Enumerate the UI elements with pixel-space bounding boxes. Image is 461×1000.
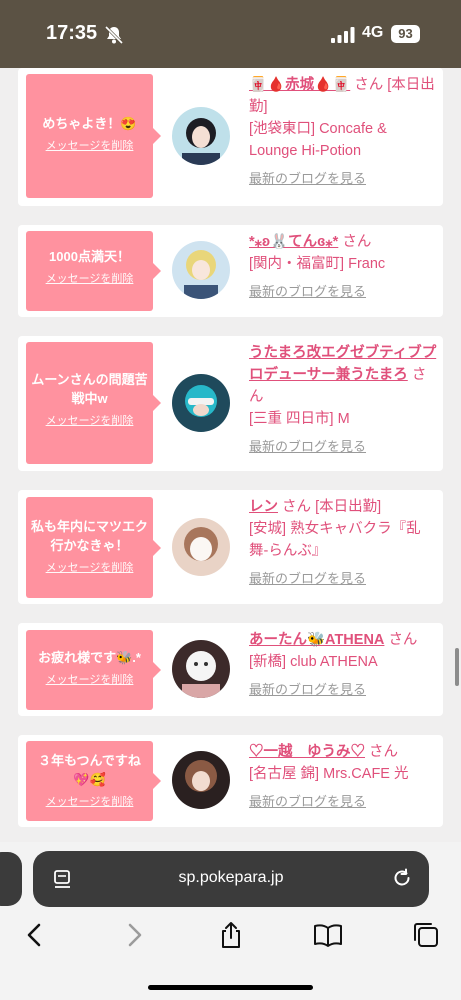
network-type: 4G <box>362 24 384 41</box>
message-text: 私も年内にマツエク行かなきゃ！ <box>30 519 148 553</box>
message-bubble: お疲れ様です🐝.* メッセージを削除 <box>26 630 161 710</box>
browser-bottom-bar: sp.pokepara.jp <box>0 842 461 1000</box>
share-icon[interactable] <box>216 920 246 950</box>
latest-blog-link[interactable]: 最新のブログを見る <box>249 168 439 190</box>
avatar[interactable] <box>172 640 230 698</box>
url-text[interactable]: sp.pokepara.jp <box>33 869 429 887</box>
message-bubble: めちゃよき！😍 メッセージを削除 <box>26 74 161 198</box>
message-bubble: ３年もつんですね💖🥰 メッセージを削除 <box>26 741 161 821</box>
message-text: お疲れ様です🐝.* <box>38 650 141 665</box>
message-text: めちゃよき！😍 <box>42 116 137 131</box>
message-text: ムーンさんの問題苦戦中w <box>31 372 148 406</box>
girl-name-link[interactable]: *⁎ʚ🐰てんɞ⁎* <box>249 234 338 250</box>
delete-message-link[interactable]: メッセージを削除 <box>26 272 153 286</box>
honorific: さん <box>369 744 399 760</box>
girl-info: レン さん [本日出勤] [安城] 熟女キャバクラ『乱舞-らんぶ』 最新のブログ… <box>249 496 439 590</box>
address-bar[interactable]: sp.pokepara.jp <box>33 851 429 907</box>
avatar[interactable] <box>172 374 230 432</box>
girl-name-link[interactable]: ♡一越 ゆうみ♡ <box>249 744 365 760</box>
honorific: さん <box>388 632 418 648</box>
avatar[interactable] <box>172 107 230 165</box>
honorific: さん <box>282 499 312 515</box>
shop-info: [三重 四日市] M <box>249 411 350 427</box>
delete-message-link[interactable]: メッセージを削除 <box>26 561 153 575</box>
message-card: 1000点満天！ メッセージを削除 *⁎ʚ🐰てんɞ⁎* さん [関内・福富町] … <box>18 225 443 317</box>
message-text: ３年もつんですね💖🥰 <box>38 753 141 787</box>
girl-info: *⁎ʚ🐰てんɞ⁎* さん [関内・福富町] Franc 最新のブログを見る <box>249 231 439 303</box>
delete-message-link[interactable]: メッセージを削除 <box>26 414 153 428</box>
girl-info: 🀄🩸赤城🩸🀄 さん [本日出勤] [池袋東口] Concafe & Lounge… <box>249 74 439 190</box>
shop-info: [新橋] club ATHENA <box>249 654 378 670</box>
avatar[interactable] <box>172 751 230 809</box>
delete-message-link[interactable]: メッセージを削除 <box>26 795 153 809</box>
shop-info: [名古屋 錦] Mrs.CAFE 光 <box>249 766 409 782</box>
reload-icon[interactable] <box>391 867 413 889</box>
honorific: さん <box>354 77 384 93</box>
avatar[interactable] <box>172 241 230 299</box>
message-bubble: 私も年内にマツエク行かなきゃ！ メッセージを削除 <box>26 497 161 598</box>
message-bubble: 1000点満天！ メッセージを削除 <box>26 231 161 311</box>
bookmarks-icon[interactable] <box>313 920 343 950</box>
message-card: めちゃよき！😍 メッセージを削除 🀄🩸赤城🩸🀄 さん [本日出勤] [池袋東口]… <box>18 68 443 206</box>
bell-muted-icon <box>104 25 124 45</box>
delete-message-link[interactable]: メッセージを削除 <box>26 673 153 687</box>
message-card: お疲れ様です🐝.* メッセージを削除 あーたん🐝ATHENA さん [新橋] c… <box>18 623 443 716</box>
latest-blog-link[interactable]: 最新のブログを見る <box>249 679 439 701</box>
status-time: 17:35 <box>46 22 98 44</box>
girl-name-link[interactable]: あーたん🐝ATHENA <box>249 632 384 648</box>
message-card: ３年もつんですね💖🥰 メッセージを削除 ♡一越 ゆうみ♡ さん [名古屋 錦] … <box>18 735 443 827</box>
latest-blog-link[interactable]: 最新のブログを見る <box>249 436 439 458</box>
message-card: 私も年内にマツエク行かなきゃ！ メッセージを削除 レン さん [本日出勤] [安… <box>18 490 443 604</box>
status-bar: 17:35 4G 93 <box>0 0 461 68</box>
girl-info: あーたん🐝ATHENA さん [新橋] club ATHENA 最新のブログを見… <box>249 629 439 701</box>
scrollbar[interactable] <box>455 648 459 686</box>
message-card: ムーンさんの問題苦戦中w メッセージを削除 うたまろ改エグゼブティブプロデューサ… <box>18 336 443 471</box>
girl-name-link[interactable]: レン <box>249 499 278 515</box>
shop-info: [関内・福富町] Franc <box>249 256 386 272</box>
latest-blog-link[interactable]: 最新のブログを見る <box>249 568 439 590</box>
avatar[interactable] <box>172 518 230 576</box>
message-text: 1000点満天！ <box>49 249 130 264</box>
tabs-icon[interactable] <box>411 920 441 950</box>
back-icon[interactable] <box>20 920 50 950</box>
message-bubble: ムーンさんの問題苦戦中w メッセージを削除 <box>26 342 161 464</box>
honorific: さん <box>342 234 372 250</box>
cellular-signal-icon <box>331 27 355 43</box>
latest-blog-link[interactable]: 最新のブログを見る <box>249 791 439 813</box>
battery-icon: 93 <box>391 25 420 43</box>
latest-blog-link[interactable]: 最新のブログを見る <box>249 281 439 303</box>
previous-tab-preview[interactable] <box>0 852 22 906</box>
forward-icon[interactable] <box>119 920 149 950</box>
girl-info: うたまろ改エグゼブティブプロデューサー兼うたまろ さん [三重 四日市] M 最… <box>249 342 439 458</box>
girl-info: ♡一越 ゆうみ♡ さん [名古屋 錦] Mrs.CAFE 光 最新のブログを見る <box>249 741 439 813</box>
girl-name-link[interactable]: うたまろ改エグゼブティブプロデューサー兼うたまろ <box>249 345 436 383</box>
delete-message-link[interactable]: メッセージを削除 <box>26 139 153 153</box>
home-indicator <box>148 985 313 990</box>
girl-name-link[interactable]: 🀄🩸赤城🩸🀄 <box>249 77 350 93</box>
